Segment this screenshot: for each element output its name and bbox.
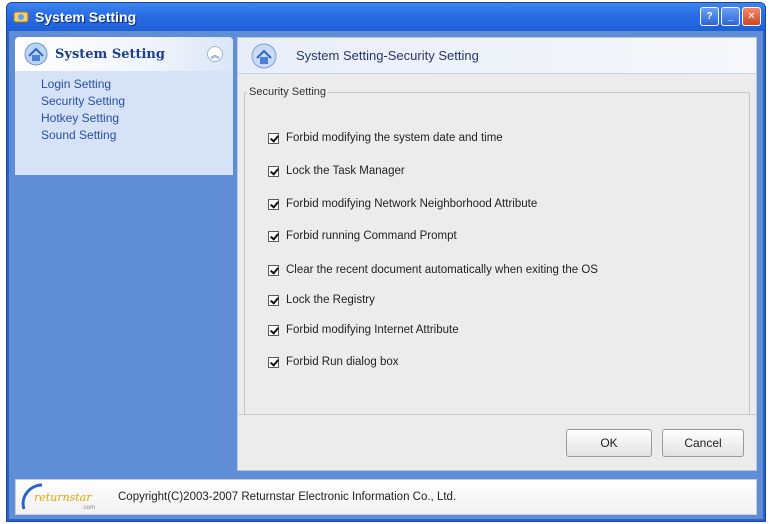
copyright-text: Copyright(C)2003-2007 Returnstar Electro… [118,491,457,503]
checkbox[interactable] [268,356,279,368]
checkbox[interactable] [268,132,279,144]
checkbox[interactable] [268,264,279,276]
window-controls: ? _ ✕ [700,7,761,26]
button-bar: OK Cancel [238,414,756,470]
option-lock-registry[interactable]: Lock the Registry [268,294,375,306]
collapse-up-icon[interactable]: ︽ [207,46,223,62]
close-icon[interactable]: ✕ [742,7,761,26]
option-label: Forbid modifying Internet Attribute [286,324,459,336]
option-label: Lock the Task Manager [286,165,405,177]
option-forbid-date-time[interactable]: Forbid modifying the system date and tim… [268,132,503,144]
sidebar-group-body: Login Setting Security Setting Hotkey Se… [15,71,233,175]
sidebar-item-sound-setting[interactable]: Sound Setting [41,127,233,144]
svg-text:.com: .com [82,505,95,511]
footer: returnstar .com Copyright(C)2003-2007 Re… [15,479,757,515]
client-area: System Setting ︽ Login Setting Security … [9,31,763,519]
help-icon[interactable]: ? [700,7,719,26]
system-setting-icon [24,42,48,66]
system-setting-icon [251,43,277,68]
option-clear-recent-documents[interactable]: Clear the recent document automatically … [268,264,598,276]
minimize-icon[interactable]: _ [721,7,740,26]
panel-header: System Setting-Security Setting [238,38,756,74]
option-label: Forbid Run dialog box [286,356,399,368]
checkbox[interactable] [268,230,279,242]
security-setting-legend: Security Setting [249,86,327,98]
returnstar-logo-icon: returnstar .com [21,483,95,511]
sidebar-group-title: System Setting [55,46,165,62]
checkbox[interactable] [268,294,279,306]
checkbox[interactable] [268,165,279,177]
checkbox[interactable] [268,198,279,210]
cancel-button[interactable]: Cancel [662,429,744,457]
window-title: System Setting [35,9,137,25]
system-setting-window: System Setting ? _ ✕ System Setting ︽ Lo… [6,2,766,522]
sidebar-item-login-setting[interactable]: Login Setting [41,76,233,93]
option-forbid-run-dialog[interactable]: Forbid Run dialog box [268,356,399,368]
option-label: Forbid modifying the system date and tim… [286,132,503,144]
ok-button[interactable]: OK [566,429,652,457]
option-forbid-command-prompt[interactable]: Forbid running Command Prompt [268,230,457,242]
sidebar-group-header[interactable]: System Setting ︽ [15,37,233,71]
option-label: Forbid modifying Network Neighborhood At… [286,198,538,210]
checkbox[interactable] [268,324,279,336]
option-forbid-internet-attribute[interactable]: Forbid modifying Internet Attribute [268,324,459,336]
option-forbid-network-neighborhood[interactable]: Forbid modifying Network Neighborhood At… [268,198,537,210]
settings-panel: System Setting-Security Setting Security… [237,37,757,471]
panel-title: System Setting-Security Setting [296,48,479,63]
sidebar-item-hotkey-setting[interactable]: Hotkey Setting [41,110,233,127]
sidebar-item-security-setting[interactable]: Security Setting [41,93,233,110]
title-bar[interactable]: System Setting ? _ ✕ [7,3,765,31]
option-label: Lock the Registry [286,294,375,306]
app-icon [13,11,29,23]
svg-text:returnstar: returnstar [34,491,92,504]
option-label: Clear the recent document automatically … [286,264,598,276]
sidebar: System Setting ︽ Login Setting Security … [15,37,233,471]
option-label: Forbid running Command Prompt [286,230,457,242]
option-lock-task-manager[interactable]: Lock the Task Manager [268,165,405,177]
